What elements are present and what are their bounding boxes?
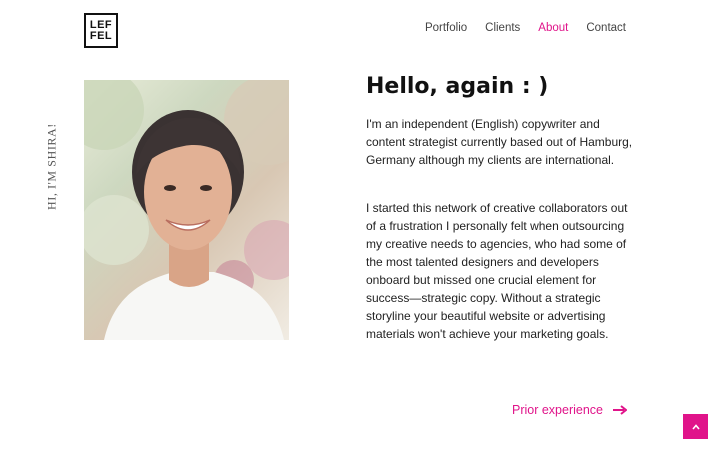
prior-experience-link[interactable]: Prior experience bbox=[512, 403, 627, 417]
side-greeting: HI, I'M SHIRA! bbox=[44, 123, 59, 210]
logo-line-1: LEF bbox=[89, 18, 113, 31]
nav-item-about[interactable]: About bbox=[538, 22, 568, 34]
prior-experience-label: Prior experience bbox=[511, 403, 603, 417]
intro-paragraph: I'm an independent (English) copywriter … bbox=[366, 117, 633, 167]
main-nav: Portfolio Clients About Contact bbox=[425, 22, 626, 34]
story-paragraph: I started this network of creative colla… bbox=[366, 201, 628, 341]
page-heading: Hello, again : ) bbox=[366, 74, 549, 99]
portrait-illustration bbox=[84, 80, 289, 340]
nav-item-contact[interactable]: Contact bbox=[586, 22, 626, 34]
page: LEF FEL Portfolio Clients About Contact … bbox=[0, 0, 720, 450]
chevron-up-icon bbox=[691, 423, 700, 430]
nav-item-portfolio[interactable]: Portfolio bbox=[425, 22, 467, 34]
site-logo[interactable]: LEF FEL bbox=[84, 13, 118, 48]
arrow-right-icon bbox=[613, 405, 627, 415]
back-to-top-button[interactable] bbox=[683, 414, 708, 439]
nav-item-clients[interactable]: Clients bbox=[485, 22, 520, 34]
logo-line-2: FEL bbox=[89, 29, 113, 42]
portrait-photo bbox=[84, 80, 289, 340]
